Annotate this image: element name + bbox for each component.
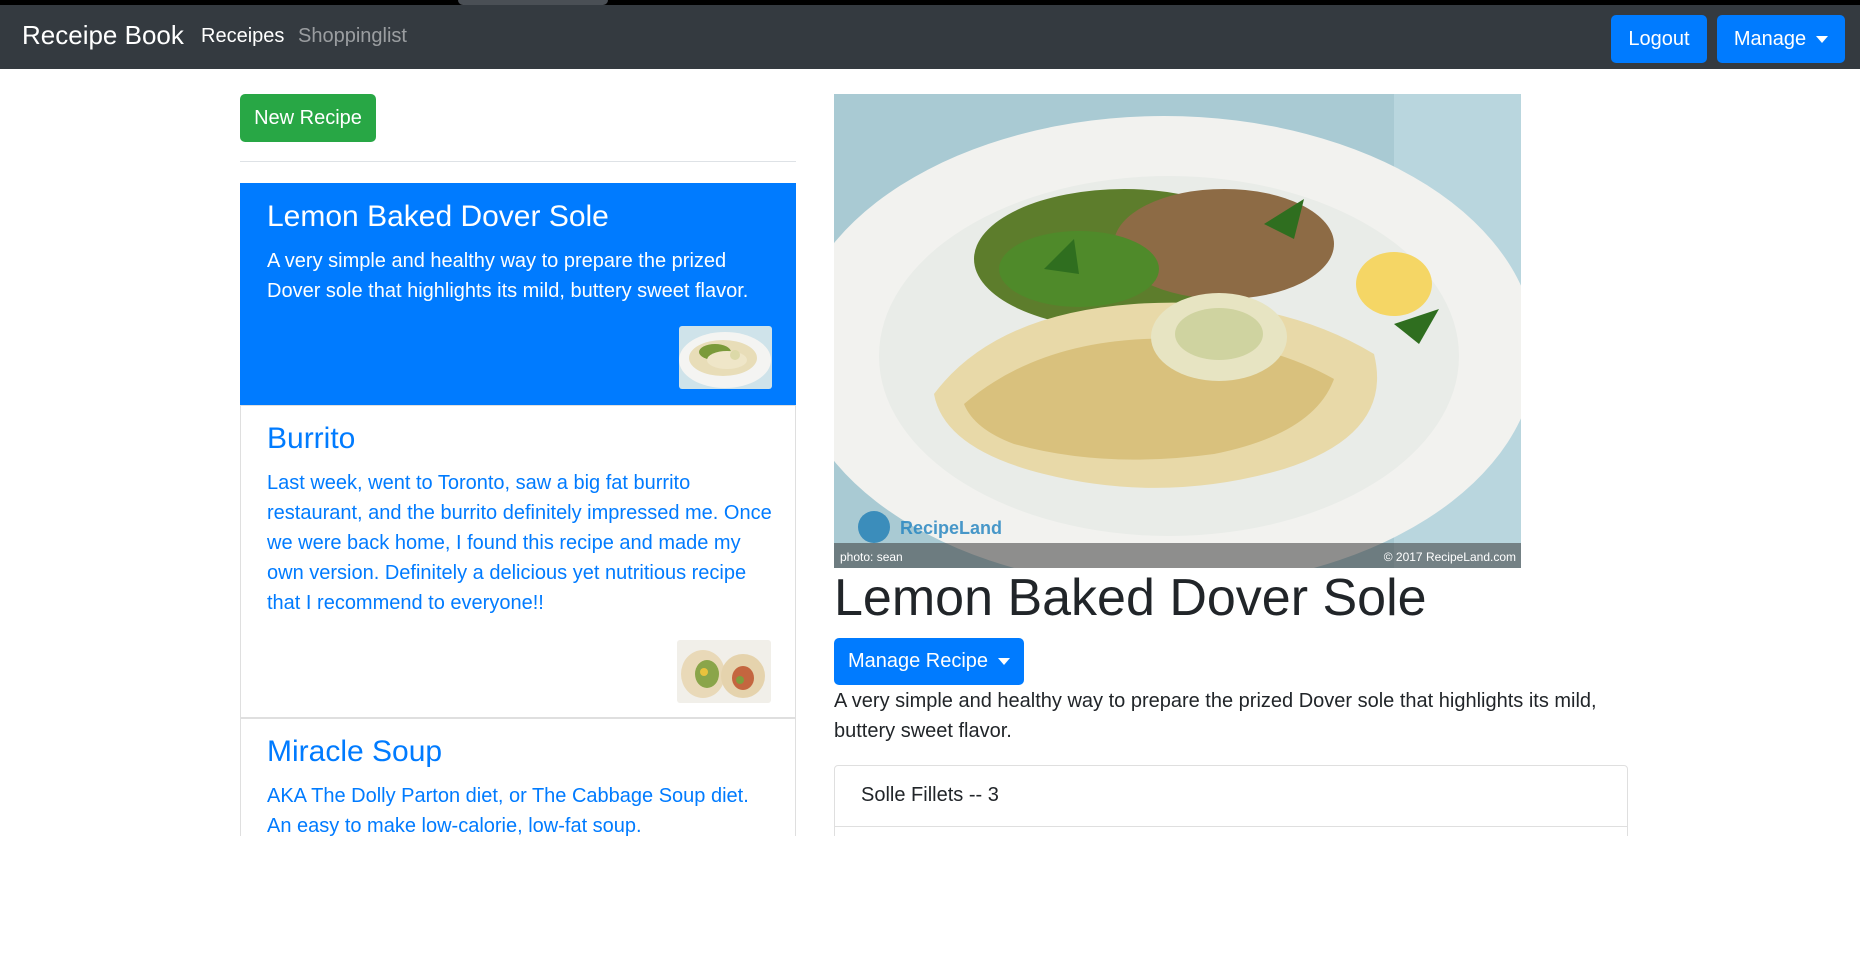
recipe-item-title: Lemon Baked Dover Sole: [267, 200, 609, 233]
ingredients-list: Solle Fillets -- 3: [834, 765, 1628, 836]
logout-button-label: Logout: [1628, 27, 1690, 50]
image-credit-right: © 2017 RecipeLand.com: [1384, 550, 1516, 564]
recipe-list-item[interactable]: Miracle Soup AKA The Dolly Parton diet, …: [240, 718, 796, 836]
recipe-thumbnail-image: [677, 640, 771, 703]
navbar-brand[interactable]: Receipe Book: [22, 20, 184, 51]
recipe-hero-image: photo: sean © 2017 RecipeLand.com Recipe…: [834, 94, 1521, 568]
image-credit-left: photo: sean: [840, 550, 903, 564]
recipe-detail-description: A very simple and healthy way to prepare…: [834, 690, 1597, 742]
sidebar-divider: [240, 161, 796, 162]
recipe-item-title: Miracle Soup: [267, 735, 443, 768]
ingredient-item[interactable]: Solle Fillets -- 3: [834, 765, 1628, 827]
ingredient-text: Solle Fillets -- 3: [861, 784, 999, 806]
nav-link-receipes[interactable]: Receipes: [201, 25, 284, 48]
new-recipe-label: New Recipe: [254, 106, 362, 129]
recipe-item-description: AKA The Dolly Parton diet, or The Cabbag…: [267, 785, 749, 836]
logout-button[interactable]: Logout: [1611, 15, 1707, 63]
recipe-list: Lemon Baked Dover Sole A very simple and…: [240, 183, 796, 836]
image-watermark: RecipeLand: [900, 518, 1002, 538]
manage-button-label: Manage: [1733, 27, 1807, 50]
chevron-down-icon: [1816, 35, 1829, 43]
nav-link-shoppinglist[interactable]: Shoppinglist: [298, 25, 407, 48]
manage-dropdown-button[interactable]: Manage: [1717, 15, 1845, 63]
recipe-item-description: Last week, went to Toronto, saw a big fa…: [267, 472, 772, 614]
chevron-down-icon: [998, 658, 1011, 665]
top-navbar: Receipe Book Receipes Shoppinglist Logou…: [0, 5, 1860, 69]
recipe-detail-title: Lemon Baked Dover Sole: [834, 569, 1427, 627]
manage-recipe-button[interactable]: Manage Recipe: [834, 638, 1024, 685]
recipe-list-item[interactable]: Lemon Baked Dover Sole A very simple and…: [240, 183, 796, 405]
recipe-list-item[interactable]: Burrito Last week, went to Toronto, saw …: [240, 405, 796, 718]
recipe-item-title: Burrito: [267, 422, 356, 455]
manage-recipe-label: Manage Recipe: [847, 650, 989, 672]
ingredient-item-partial: [834, 827, 1628, 836]
new-recipe-button[interactable]: New Recipe: [240, 94, 376, 142]
recipe-item-description: A very simple and healthy way to prepare…: [267, 250, 749, 302]
recipe-thumbnail-image: [679, 326, 772, 389]
